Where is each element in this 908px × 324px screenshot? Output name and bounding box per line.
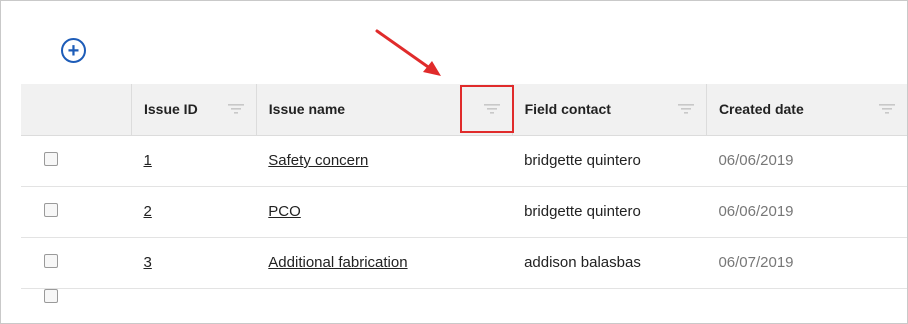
created-date-cell: 06/06/2019 (706, 186, 907, 238)
select-column-header (21, 84, 132, 136)
row-checkbox[interactable] (44, 289, 58, 304)
table-row (21, 288, 907, 308)
issue-id-link[interactable]: 3 (143, 254, 151, 271)
row-checkbox[interactable] (44, 202, 58, 217)
column-header-field-contact[interactable]: Field contact (512, 84, 707, 136)
issue-id-link[interactable]: 2 (143, 203, 151, 220)
plus-circle-icon: + (67, 39, 80, 62)
row-checkbox[interactable] (44, 253, 58, 268)
issue-name-link[interactable]: Safety concern (268, 152, 368, 169)
table-row: 2 PCO bridgette quintero 06/06/2019 (21, 186, 907, 238)
table-row: 1 Safety concern bridgette quintero 06/0… (21, 135, 907, 187)
field-contact-cell: addison balasbas (512, 237, 707, 289)
filter-icon[interactable] (677, 103, 694, 115)
field-contact-cell: bridgette quintero (512, 186, 707, 238)
issue-name-link[interactable]: PCO (268, 203, 301, 220)
table-row: 3 Additional fabrication addison balasba… (21, 237, 907, 289)
filter-icon[interactable] (879, 103, 895, 115)
column-header-label: Created date (718, 101, 804, 118)
filter-icon[interactable] (227, 103, 244, 115)
issue-id-link[interactable]: 1 (143, 152, 151, 169)
column-header-issue-name[interactable]: Issue name (256, 84, 513, 136)
column-header-label: Issue ID (143, 101, 198, 118)
column-header-label: Issue name (268, 101, 346, 118)
issues-panel: + Issue ID Issue name Field contact Crea… (0, 0, 908, 324)
issue-name-link[interactable]: Additional fabrication (268, 254, 407, 271)
column-header-created-date[interactable]: Created date (706, 84, 907, 136)
column-header-issue-id[interactable]: Issue ID (131, 84, 257, 136)
column-header-label: Field contact (524, 101, 611, 118)
created-date-cell: 06/07/2019 (706, 237, 907, 289)
created-date-cell: 06/06/2019 (706, 135, 907, 187)
field-contact-cell: bridgette quintero (512, 135, 707, 187)
issues-table: Issue ID Issue name Field contact Create… (21, 84, 907, 308)
annotation-arrow-icon (375, 29, 441, 76)
filter-icon[interactable] (483, 103, 500, 115)
add-issue-button[interactable]: + (61, 38, 86, 63)
row-checkbox[interactable] (44, 151, 58, 166)
table-header-row: Issue ID Issue name Field contact Create… (21, 84, 907, 136)
